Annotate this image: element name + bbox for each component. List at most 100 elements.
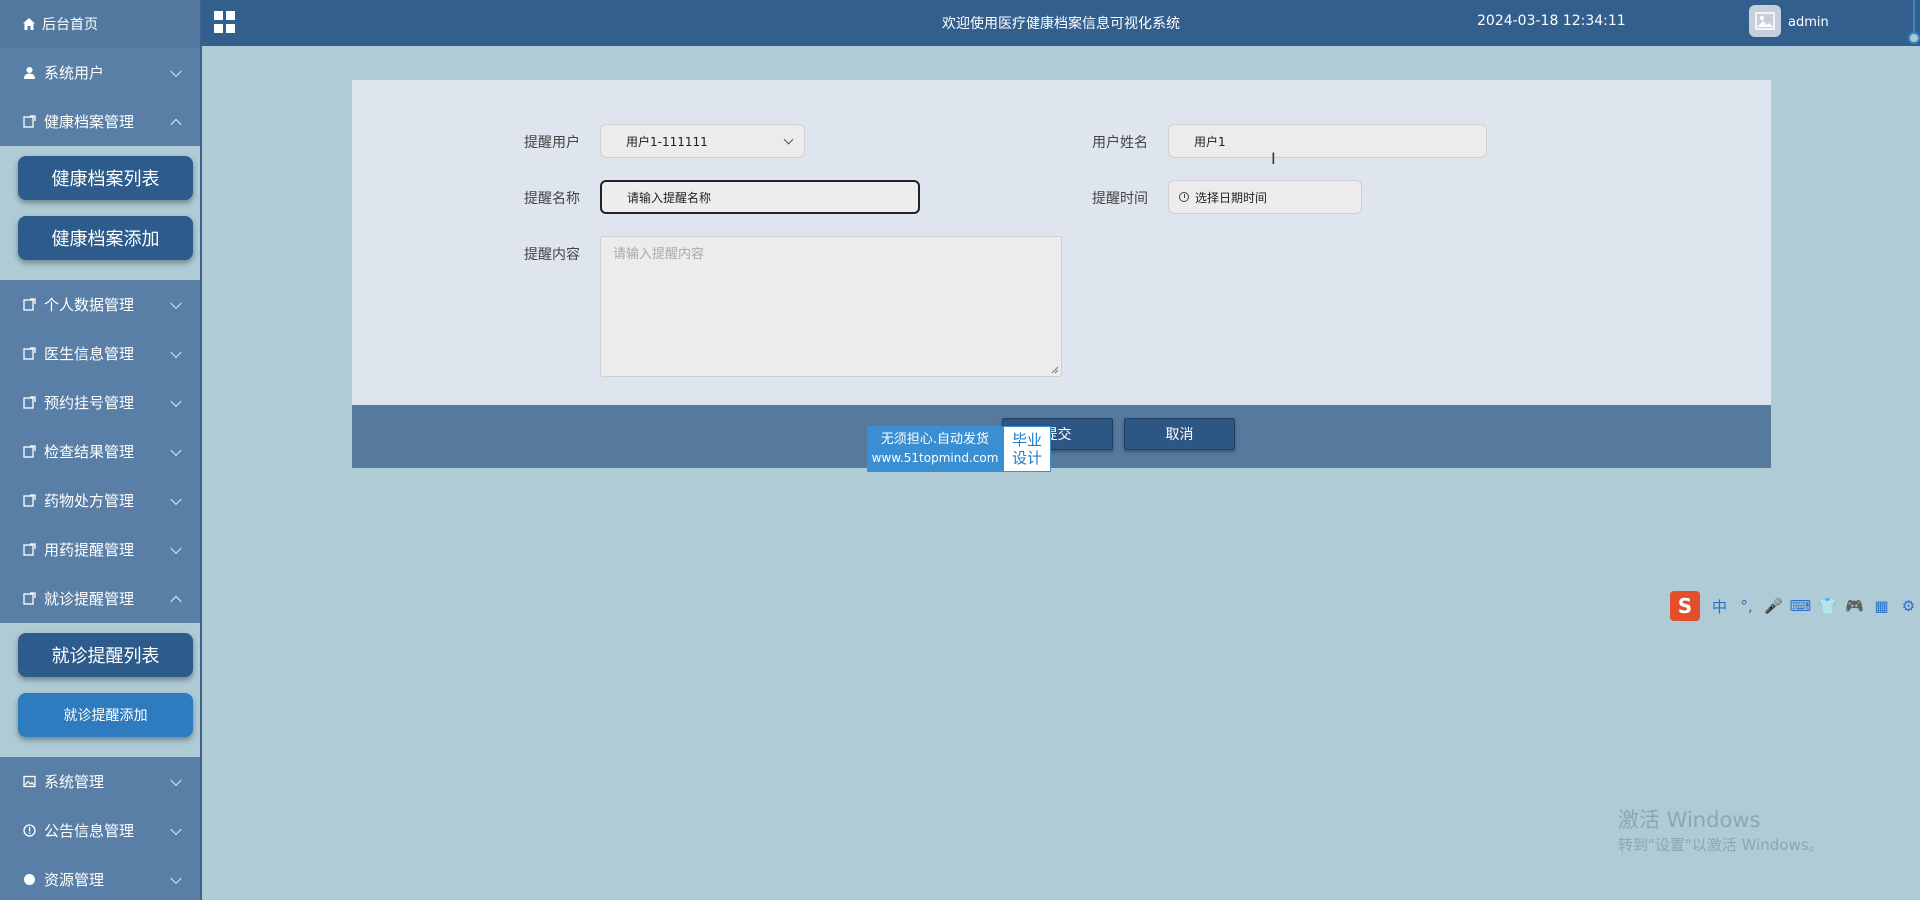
sidebar-item-system-users[interactable]: 系统用户 xyxy=(0,48,200,97)
skin-icon[interactable]: 👕 xyxy=(1814,597,1841,615)
sidebar-item-label: 健康档案管理 xyxy=(44,113,135,131)
sidebar-item-system-management[interactable]: 系统管理 xyxy=(0,757,200,806)
ad-text-block: 无须担心.自动发货 www.51topmind.com xyxy=(867,426,1003,472)
sidebar-item-label: 系统用户 xyxy=(44,64,105,82)
image-icon xyxy=(22,775,36,789)
keyboard-icon[interactable]: ⌨ xyxy=(1787,597,1814,615)
ime-toolbar[interactable]: S 中 °, 🎤 ⌨ 👕 🎮 ▦ ⚙ xyxy=(1670,591,1920,621)
chevron-down-icon xyxy=(170,542,182,554)
scroll-indicator-line xyxy=(1913,0,1915,34)
sidebar-item-resources[interactable]: 资源管理 xyxy=(0,855,200,900)
form-panel: 提醒用户 用户1-111111 用户姓名 用户1 提醒名称 请输入提醒名称 提醒… xyxy=(352,80,1771,405)
sidebar-item-label: 检查结果管理 xyxy=(44,443,135,461)
sidebar-item-medication-reminders[interactable]: 用药提醒管理 xyxy=(0,525,200,574)
remind-time-picker[interactable]: 选择日期时间 xyxy=(1168,180,1362,214)
sidebar-item-prescriptions[interactable]: 药物处方管理 xyxy=(0,476,200,525)
sidebar-item-label: 就诊提醒管理 xyxy=(44,590,135,608)
sidebar-item-label: 药物处方管理 xyxy=(44,492,135,510)
ime-punctuation-icon[interactable]: °, xyxy=(1733,597,1760,615)
toolbox-icon[interactable]: ▦ xyxy=(1868,597,1895,615)
sidebar-item-personal-data[interactable]: 个人数据管理 xyxy=(0,280,200,329)
chevron-down-icon xyxy=(170,823,182,835)
menu-grid-icon[interactable] xyxy=(214,11,236,33)
remind-user-label: 提醒用户 xyxy=(524,135,580,151)
sidebar-item-label: 公告信息管理 xyxy=(44,822,135,840)
user-name-label: 用户姓名 xyxy=(1092,135,1148,151)
ad-tag: 毕业 设计 xyxy=(1003,426,1051,472)
remind-name-value: 请输入提醒名称 xyxy=(627,190,712,205)
sidebar-item-announcements[interactable]: 公告信息管理 xyxy=(0,806,200,855)
chevron-up-icon xyxy=(170,118,182,130)
chevron-up-icon xyxy=(170,595,182,607)
sidebar: 后台首页 系统用户 健康档案管理 健康档案列表 健康档案添加 个人数据管理 医生… xyxy=(0,0,202,900)
remind-content-label: 提醒内容 xyxy=(524,247,580,263)
submenu-visit-reminders-list[interactable]: 就诊提醒列表 xyxy=(18,633,193,677)
top-header: 欢迎使用医疗健康档案信息可视化系统 2024-03-18 12:34:11 ad… xyxy=(202,0,1920,46)
sidebar-item-label: 个人数据管理 xyxy=(44,296,135,314)
user-name-value: 用户1 xyxy=(1194,134,1226,149)
remind-user-value: 用户1-111111 xyxy=(626,134,708,149)
doc-icon xyxy=(22,298,36,312)
sidebar-item-visit-reminders[interactable]: 就诊提醒管理 xyxy=(0,574,200,623)
remind-content-placeholder: 请输入提醒内容 xyxy=(613,247,705,262)
chevron-down-icon xyxy=(170,395,182,407)
sidebar-item-home[interactable]: 后台首页 xyxy=(0,0,200,48)
username[interactable]: admin xyxy=(1788,15,1829,30)
ad-tag-line1: 毕业 xyxy=(1011,431,1042,449)
resize-handle-icon[interactable] xyxy=(1051,366,1059,374)
sidebar-item-doctor-info[interactable]: 医生信息管理 xyxy=(0,329,200,378)
sidebar-item-label: 预约挂号管理 xyxy=(44,394,135,412)
chevron-down-icon xyxy=(170,444,182,456)
doc-icon xyxy=(22,347,36,361)
doc-icon xyxy=(22,115,36,129)
submenu-health-records-add[interactable]: 健康档案添加 xyxy=(18,216,193,260)
sidebar-item-label: 用药提醒管理 xyxy=(44,541,135,559)
remind-content-textarea[interactable]: 请输入提醒内容 xyxy=(600,236,1062,377)
doc-icon xyxy=(22,873,36,887)
remind-time-placeholder: 选择日期时间 xyxy=(1195,190,1268,205)
clock-icon xyxy=(1179,192,1189,202)
chevron-down-icon xyxy=(170,65,182,77)
remind-user-select[interactable]: 用户1-111111 xyxy=(600,124,805,158)
welcome-text: 欢迎使用医疗健康档案信息可视化系统 xyxy=(942,16,1180,32)
chevron-down-icon xyxy=(170,774,182,786)
remind-name-input[interactable]: 请输入提醒名称 xyxy=(600,180,920,214)
remind-name-label: 提醒名称 xyxy=(524,191,580,207)
info-icon xyxy=(22,824,36,838)
game-icon[interactable]: 🎮 xyxy=(1841,597,1868,615)
ad-line1: 无须担心.自动发货 xyxy=(880,432,990,447)
chevron-down-icon xyxy=(170,493,182,505)
doc-icon xyxy=(22,445,36,459)
sidebar-item-appointments[interactable]: 预约挂号管理 xyxy=(0,378,200,427)
user-name-field[interactable]: 用户1 xyxy=(1168,124,1487,158)
doc-icon xyxy=(22,592,36,606)
microphone-icon[interactable]: 🎤 xyxy=(1760,597,1787,615)
scroll-indicator-handle[interactable] xyxy=(1908,32,1920,44)
ad-watermark[interactable]: 无须担心.自动发货 www.51topmind.com 毕业 设计 xyxy=(867,426,1051,472)
avatar[interactable] xyxy=(1749,5,1781,37)
submenu-visit-reminders-add[interactable]: 就诊提醒添加 xyxy=(18,693,193,737)
settings-icon[interactable]: ⚙ xyxy=(1895,597,1920,615)
submenu-health-records-list[interactable]: 健康档案列表 xyxy=(18,156,193,200)
submenu-visit-reminders: 就诊提醒列表 就诊提醒添加 xyxy=(0,623,200,757)
sidebar-item-label: 医生信息管理 xyxy=(44,345,135,363)
user-icon xyxy=(22,66,36,80)
home-icon xyxy=(22,17,36,31)
sogou-logo-icon[interactable]: S xyxy=(1670,591,1700,621)
datetime-text: 2024-03-18 12:34:11 xyxy=(1477,13,1626,29)
chevron-down-icon xyxy=(170,346,182,358)
ime-chinese-mode[interactable]: 中 xyxy=(1706,596,1733,617)
doc-icon xyxy=(22,396,36,410)
action-bar: 提交 取消 xyxy=(352,405,1771,468)
sidebar-item-health-records[interactable]: 健康档案管理 xyxy=(0,97,200,146)
doc-icon xyxy=(22,494,36,508)
windows-activation-subtitle: 转到"设置"以激活 Windows。 xyxy=(1618,836,1824,854)
remind-time-label: 提醒时间 xyxy=(1092,191,1148,207)
text-cursor-icon: I xyxy=(1271,149,1276,168)
doc-icon xyxy=(22,543,36,557)
sidebar-item-label: 系统管理 xyxy=(44,773,105,791)
cancel-button[interactable]: 取消 xyxy=(1124,418,1235,450)
sidebar-item-label: 资源管理 xyxy=(44,871,105,889)
sidebar-item-exam-results[interactable]: 检查结果管理 xyxy=(0,427,200,476)
chevron-down-icon xyxy=(170,872,182,884)
